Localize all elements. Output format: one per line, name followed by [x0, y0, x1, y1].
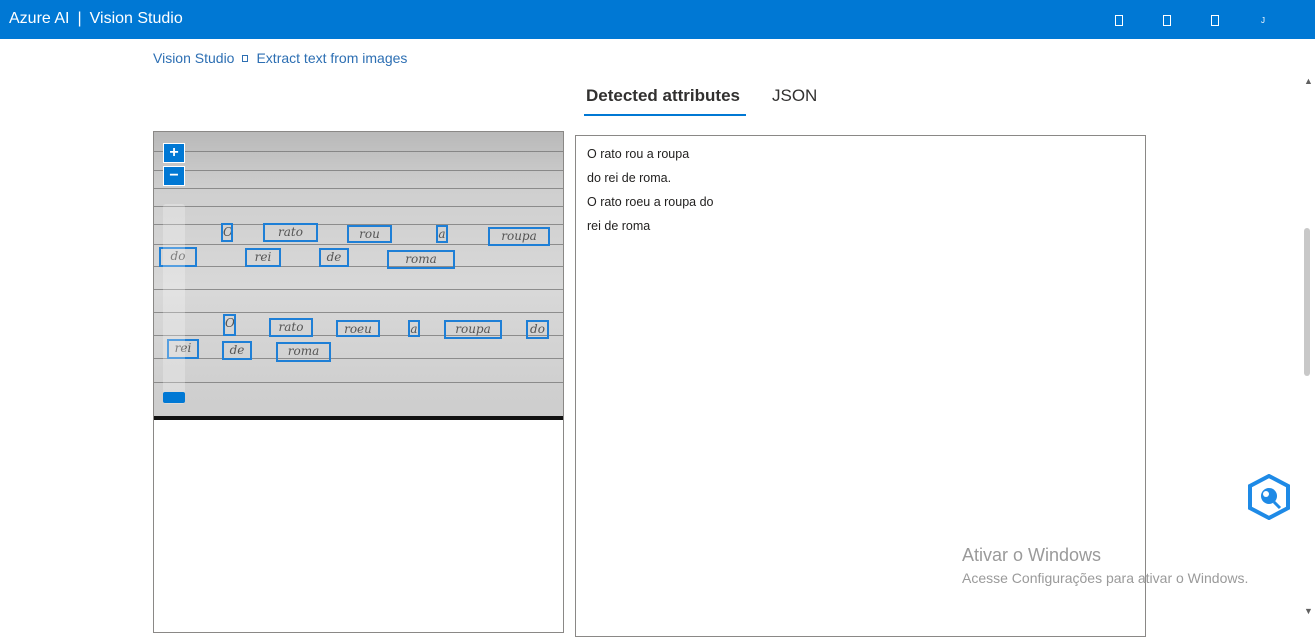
- scrollbar-thumb[interactable]: [1304, 228, 1310, 376]
- watermark-title: Ativar o Windows: [962, 545, 1102, 565]
- active-tab-indicator: [584, 114, 746, 116]
- word-box[interactable]: a: [408, 320, 420, 337]
- handwriting-photo: O rato rou a roupa do rei de roma O rato…: [154, 132, 563, 418]
- text-line: O rato roeu a roupa do: [587, 195, 714, 209]
- zoom-slider-thumb[interactable]: [163, 392, 185, 403]
- tab-detected-attributes[interactable]: Detected attributes: [586, 86, 740, 106]
- word-box[interactable]: roeu: [336, 320, 380, 337]
- word-box[interactable]: rato: [263, 223, 318, 242]
- breadcrumb: Vision Studio Extract text from images: [153, 50, 407, 66]
- top-bar: Azure AI | Vision Studio J: [0, 0, 1315, 39]
- word-box[interactable]: roma: [387, 250, 455, 269]
- zoom-slider-track[interactable]: [163, 204, 185, 404]
- breadcrumb-extract-text[interactable]: Extract text from images: [256, 50, 407, 66]
- word-box[interactable]: de: [319, 248, 349, 267]
- scroll-down-arrow-icon[interactable]: ▼: [1304, 606, 1313, 616]
- zoom-out-button[interactable]: −: [163, 166, 185, 186]
- notifications-icon[interactable]: [1095, 11, 1143, 29]
- app-title[interactable]: Azure AI | Vision Studio: [9, 10, 183, 28]
- word-box[interactable]: rato: [269, 318, 313, 337]
- text-line: O rato rou a roupa: [587, 147, 690, 161]
- assistant-icon[interactable]: [1245, 473, 1293, 521]
- word-box[interactable]: roupa: [444, 320, 502, 339]
- settings-icon[interactable]: [1143, 11, 1191, 29]
- page-scrollbar[interactable]: ▲ ▼: [1301, 72, 1315, 622]
- account-icon[interactable]: J: [1239, 11, 1287, 29]
- word-box[interactable]: O: [221, 223, 233, 242]
- word-box[interactable]: O: [223, 314, 236, 336]
- word-box[interactable]: a: [436, 225, 448, 243]
- help-icon[interactable]: [1191, 11, 1239, 29]
- photo-border: [154, 416, 563, 420]
- word-box[interactable]: roma: [276, 342, 331, 362]
- header-icons: J: [1095, 11, 1287, 29]
- word-box[interactable]: do: [526, 320, 549, 339]
- product-name: Vision Studio: [89, 10, 183, 27]
- scroll-up-arrow-icon[interactable]: ▲: [1304, 76, 1313, 86]
- word-box[interactable]: roupa: [488, 227, 550, 246]
- zoom-in-button[interactable]: +: [163, 143, 185, 163]
- word-box[interactable]: de: [222, 341, 252, 360]
- text-line: do rei de roma.: [587, 171, 672, 185]
- image-viewer[interactable]: O rato rou a roupa do rei de roma O rato…: [153, 131, 564, 633]
- breadcrumb-chevron-icon: [242, 55, 249, 63]
- word-box[interactable]: rei: [245, 248, 281, 267]
- title-separator: |: [77, 10, 82, 27]
- text-line: rei de roma: [587, 219, 651, 233]
- word-box[interactable]: rou: [347, 225, 392, 243]
- breadcrumb-vision-studio[interactable]: Vision Studio: [153, 50, 234, 66]
- watermark-subtitle: Acesse Configurações para ativar o Windo…: [962, 570, 1249, 586]
- tab-json[interactable]: JSON: [772, 86, 817, 106]
- brand-name: Azure AI: [9, 10, 70, 27]
